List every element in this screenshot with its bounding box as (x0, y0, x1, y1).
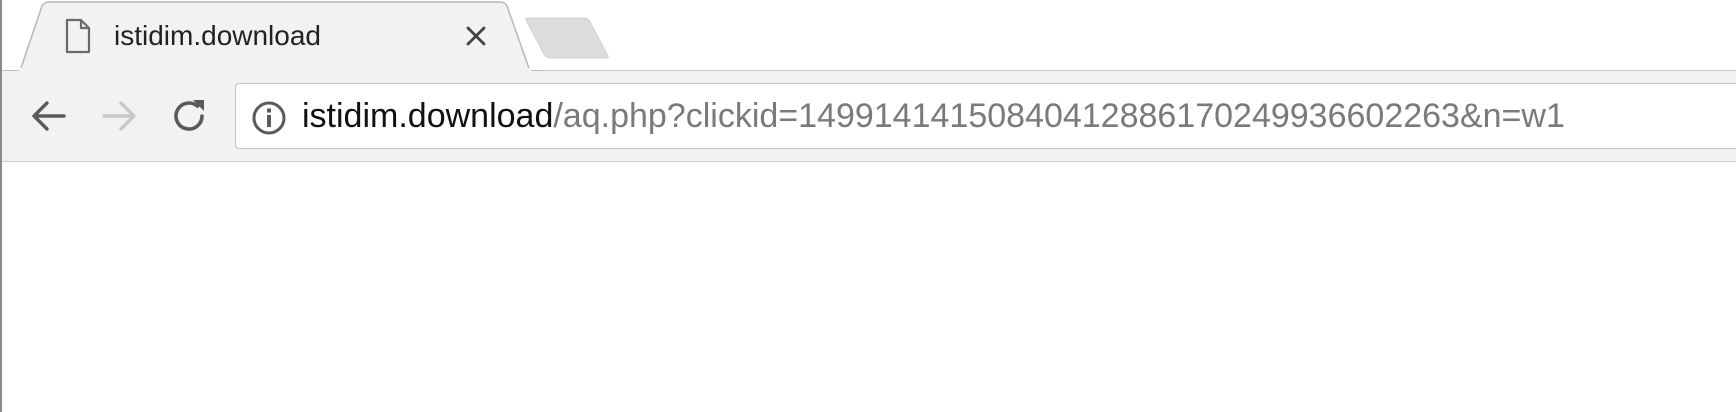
arrow-left-icon (32, 101, 66, 131)
url-text[interactable]: istidim.download/aq.php?clickid=14991414… (302, 84, 1565, 148)
page-icon (65, 18, 91, 54)
browser-toolbar: istidim.download/aq.php?clickid=14991414… (2, 71, 1736, 162)
address-bar[interactable]: istidim.download/aq.php?clickid=14991414… (235, 83, 1736, 149)
url-host: istidim.download (302, 97, 554, 135)
reload-icon (174, 100, 204, 131)
url-path: /aq.php?clickid=149914141508404128861702… (553, 97, 1565, 135)
browser-window: istidim.download istidim.download/aq.php… (0, 0, 1736, 412)
new-tab-icon[interactable] (524, 16, 614, 60)
tab-strip: istidim.download (2, 0, 1736, 72)
tab-title: istidim.download (114, 20, 321, 51)
page-content (2, 163, 1736, 412)
close-icon[interactable] (460, 20, 492, 52)
arrow-right-icon (102, 101, 136, 131)
forward-button[interactable] (96, 93, 142, 139)
info-icon[interactable] (251, 100, 287, 136)
back-button[interactable] (26, 93, 72, 139)
reload-button[interactable] (166, 93, 212, 139)
